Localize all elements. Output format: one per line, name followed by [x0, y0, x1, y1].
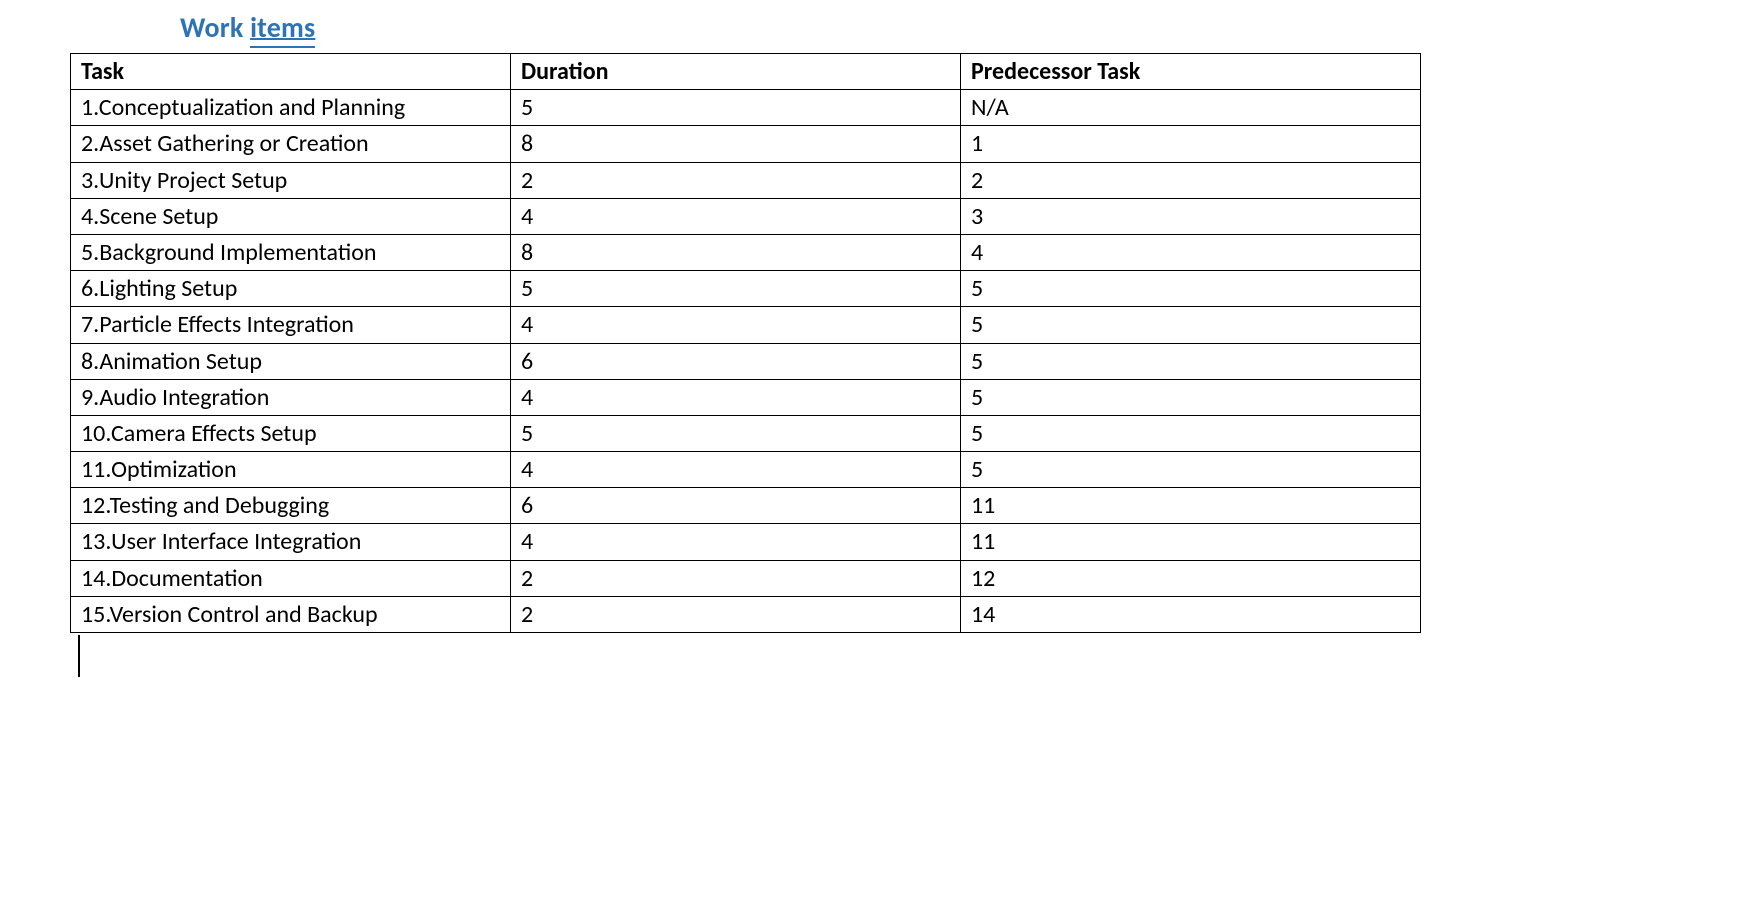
table-row: 2.Asset Gathering or Creation 8 1: [71, 126, 1421, 162]
cell-predecessor: 5: [961, 379, 1421, 415]
table-row: 7.Particle Effects Integration 4 5: [71, 307, 1421, 343]
text-cursor-icon: [78, 635, 80, 677]
cell-duration: 4: [511, 524, 961, 560]
cell-duration: 4: [511, 307, 961, 343]
table-row: 13.User Interface Integration 4 11: [71, 524, 1421, 560]
section-heading: Work items: [180, 10, 1760, 45]
col-header-task: Task: [71, 54, 511, 90]
cell-task: 12.Testing and Debugging: [71, 488, 511, 524]
cell-predecessor: N/A: [961, 90, 1421, 126]
cell-task: 11.Optimization: [71, 452, 511, 488]
document-page: Work items Task Duration Predecessor Tas…: [0, 0, 1760, 910]
cell-predecessor: 5: [961, 307, 1421, 343]
cell-task: 4.Scene Setup: [71, 198, 511, 234]
cell-predecessor: 14: [961, 596, 1421, 632]
cell-predecessor: 11: [961, 524, 1421, 560]
table-row: 15.Version Control and Backup 2 14: [71, 596, 1421, 632]
table-body: 1.Conceptualization and Planning 5 N/A 2…: [71, 90, 1421, 633]
cell-duration: 6: [511, 343, 961, 379]
table-row: 3.Unity Project Setup 2 2: [71, 162, 1421, 198]
cell-predecessor: 5: [961, 452, 1421, 488]
cell-task: 8.Animation Setup: [71, 343, 511, 379]
cell-predecessor: 5: [961, 271, 1421, 307]
table-row: 12.Testing and Debugging 6 11: [71, 488, 1421, 524]
cell-duration: 4: [511, 379, 961, 415]
cell-duration: 4: [511, 198, 961, 234]
table-row: 1.Conceptualization and Planning 5 N/A: [71, 90, 1421, 126]
text-cursor-area[interactable]: [78, 633, 1760, 677]
table-row: 9.Audio Integration 4 5: [71, 379, 1421, 415]
cell-predecessor: 5: [961, 415, 1421, 451]
heading-word-1: Work: [180, 10, 244, 45]
work-items-table: Task Duration Predecessor Task 1.Concept…: [70, 53, 1421, 633]
table-row: 4.Scene Setup 4 3: [71, 198, 1421, 234]
cell-task: 9.Audio Integration: [71, 379, 511, 415]
cell-task: 3.Unity Project Setup: [71, 162, 511, 198]
cell-task: 10.Camera Effects Setup: [71, 415, 511, 451]
table-header-row: Task Duration Predecessor Task: [71, 54, 1421, 90]
table-row: 14.Documentation 2 12: [71, 560, 1421, 596]
table-row: 10.Camera Effects Setup 5 5: [71, 415, 1421, 451]
table-row: 8.Animation Setup 6 5: [71, 343, 1421, 379]
cell-duration: 2: [511, 162, 961, 198]
cell-duration: 8: [511, 126, 961, 162]
cell-predecessor: 4: [961, 234, 1421, 270]
cell-predecessor: 2: [961, 162, 1421, 198]
cell-duration: 5: [511, 90, 961, 126]
heading-word-2: items: [250, 10, 315, 48]
cell-predecessor: 1: [961, 126, 1421, 162]
cell-task: 6.Lighting Setup: [71, 271, 511, 307]
cell-duration: 4: [511, 452, 961, 488]
cell-task: 13.User Interface Integration: [71, 524, 511, 560]
cell-task: 5.Background Implementation: [71, 234, 511, 270]
col-header-duration: Duration: [511, 54, 961, 90]
table-row: 5.Background Implementation 8 4: [71, 234, 1421, 270]
cell-duration: 2: [511, 596, 961, 632]
cell-duration: 5: [511, 415, 961, 451]
col-header-predecessor: Predecessor Task: [961, 54, 1421, 90]
cell-predecessor: 3: [961, 198, 1421, 234]
cell-duration: 8: [511, 234, 961, 270]
cell-duration: 2: [511, 560, 961, 596]
cell-duration: 5: [511, 271, 961, 307]
table-row: 11.Optimization 4 5: [71, 452, 1421, 488]
cell-task: 2.Asset Gathering or Creation: [71, 126, 511, 162]
cell-predecessor: 5: [961, 343, 1421, 379]
cell-duration: 6: [511, 488, 961, 524]
cell-task: 15.Version Control and Backup: [71, 596, 511, 632]
cell-predecessor: 12: [961, 560, 1421, 596]
cell-task: 14.Documentation: [71, 560, 511, 596]
cell-task: 1.Conceptualization and Planning: [71, 90, 511, 126]
table-row: 6.Lighting Setup 5 5: [71, 271, 1421, 307]
cell-predecessor: 11: [961, 488, 1421, 524]
cell-task: 7.Particle Effects Integration: [71, 307, 511, 343]
